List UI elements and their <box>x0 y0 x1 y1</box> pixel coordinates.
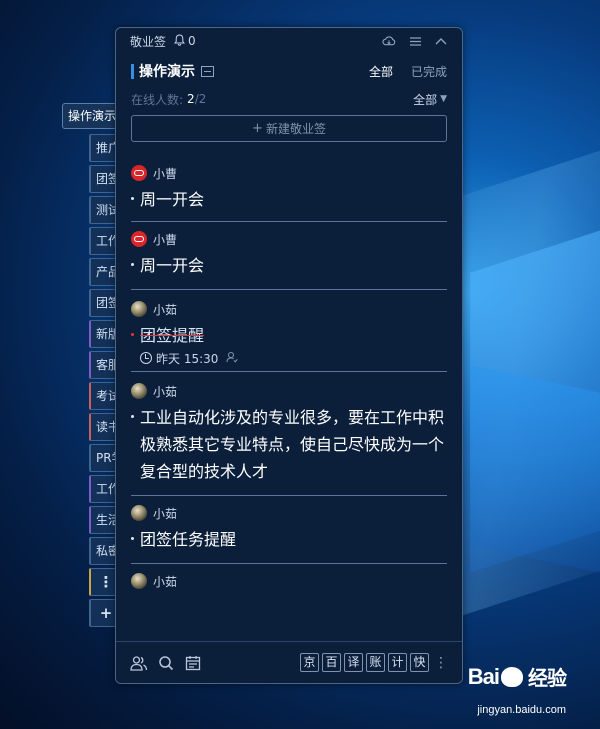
menu-icon[interactable] <box>408 34 422 48</box>
plus-icon: + <box>252 121 263 136</box>
assignee-icon[interactable] <box>226 351 239 366</box>
notes-panel: 敬业签 0 操作演示 全部 已完成 在线人数: 2 /2 全部 ▼ + 新建敬业… <box>115 27 463 684</box>
watermark-logo-text: Bai <box>467 663 500 689</box>
caret-down-icon[interactable]: ▼ <box>440 94 447 104</box>
new-note-label: 新建敬业签 <box>265 122 326 136</box>
accent-bar <box>131 63 134 79</box>
author-name: 小茹 <box>153 506 178 521</box>
title-bar: 敬业签 0 <box>116 28 462 54</box>
note-item[interactable]: 小曹 周一开会 <box>131 222 447 290</box>
notification-count: 0 <box>188 34 196 48</box>
note-item[interactable]: 小茹 工业自动化涉及的专业很多，要在工作中积极熟悉其它专业特点，使自己尽快成为一… <box>131 372 447 496</box>
calendar-icon[interactable] <box>184 654 202 672</box>
avatar <box>131 383 147 399</box>
search-icon[interactable] <box>157 654 175 672</box>
member-filter-dropdown[interactable]: 全部 <box>413 91 437 108</box>
paw-icon <box>501 666 523 687</box>
quick-button[interactable]: 译 <box>344 653 363 672</box>
avatar <box>131 165 147 181</box>
watermark-logo: Bai 经验 <box>467 662 567 691</box>
author-name: 小曹 <box>153 166 178 181</box>
quick-button[interactable]: 快 <box>410 653 429 672</box>
cloud-sync-icon[interactable] <box>382 34 396 48</box>
online-total: /2 <box>194 92 207 106</box>
new-note-button[interactable]: + 新建敬业签 <box>131 115 447 142</box>
collapse-chevron-icon[interactable] <box>434 34 448 48</box>
note-reminder: 昨天 15:30 <box>131 349 447 371</box>
group-name: 操作演示 <box>139 64 195 80</box>
bell-icon[interactable] <box>173 33 186 49</box>
note-item[interactable]: 小曹 周一开会 <box>131 160 447 222</box>
filter-all-tab[interactable]: 全部 <box>369 63 393 80</box>
more-options-button[interactable]: ⋮ <box>434 655 448 671</box>
author-name: 小茹 <box>153 574 178 589</box>
watermark-logo-suffix: 经验 <box>528 668 567 690</box>
note-content-completed[interactable]: 团签提醒 <box>131 322 447 349</box>
author-name: 小茹 <box>153 384 178 399</box>
online-status-row: 在线人数: 2 /2 全部 ▼ <box>116 88 462 110</box>
group-header: 操作演示 全部 已完成 <box>116 54 462 88</box>
note-author: 小茹 <box>131 500 447 526</box>
app-title: 敬业签 <box>130 34 167 49</box>
note-author: 小茹 <box>131 296 447 322</box>
author-name: 小茹 <box>153 302 178 317</box>
watermark-url: jingyan.baidu.com <box>477 704 566 716</box>
clock-icon <box>140 352 152 364</box>
note-item[interactable]: 小茹 团签任务提醒 <box>131 496 447 564</box>
note-content[interactable]: 周一开会 <box>131 252 447 289</box>
note-author: 小曹 <box>131 160 447 186</box>
note-author: 小曹 <box>131 226 447 252</box>
desktop-light-beam <box>470 365 600 575</box>
note-author: 小茹 <box>131 378 447 404</box>
quick-button[interactable]: 百 <box>322 653 341 672</box>
note-item[interactable]: 小茹 <box>131 564 447 594</box>
avatar <box>131 505 147 521</box>
note-item[interactable]: 小茹 团签提醒 昨天 15:30 <box>131 290 447 372</box>
tab-active-group[interactable]: 操作演示 <box>62 103 122 129</box>
reminder-time: 昨天 15:30 <box>156 351 219 366</box>
panel-footer: 京 百 译 账 计 快 ⋮ <box>116 641 462 683</box>
quick-button[interactable]: 计 <box>388 653 407 672</box>
filter-done-tab[interactable]: 已完成 <box>411 63 447 80</box>
desktop-light-beam <box>470 227 600 573</box>
quick-button[interactable]: 京 <box>300 653 319 672</box>
online-count: 2 <box>187 92 195 106</box>
avatar <box>131 573 147 589</box>
note-content[interactable]: 周一开会 <box>131 186 447 221</box>
group-note-icon[interactable] <box>201 65 214 77</box>
avatar <box>131 231 147 247</box>
note-content[interactable]: 工业自动化涉及的专业很多，要在工作中积极熟悉其它专业特点，使自己尽快成为一个复合… <box>131 404 447 495</box>
quick-button[interactable]: 账 <box>366 653 385 672</box>
avatar <box>131 301 147 317</box>
online-label: 在线人数: <box>131 92 184 107</box>
author-name: 小曹 <box>153 232 178 247</box>
note-content[interactable]: 团签任务提醒 <box>131 526 447 563</box>
baidu-jingyan-watermark: Bai 经验 jingyan.baidu.com <box>467 662 567 717</box>
note-author: 小茹 <box>131 568 447 594</box>
members-icon[interactable] <box>130 654 148 672</box>
notes-list: 小曹 周一开会 小曹 周一开会 小茹 团签提醒 昨天 15:30 小茹 工业自动… <box>116 160 462 594</box>
